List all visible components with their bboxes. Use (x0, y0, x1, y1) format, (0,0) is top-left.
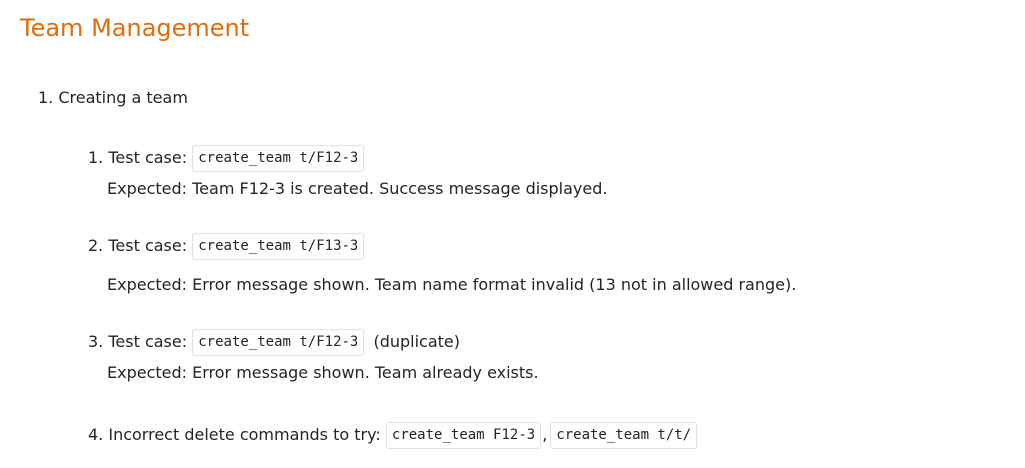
test-case-prefix: Test case: (108, 236, 188, 255)
test-case-prefix: Test case: (108, 332, 188, 351)
list-item-number: 2. (88, 236, 104, 255)
command-code: create_team t/F13-3 (192, 233, 365, 260)
command-code: create_team t/F12-3 (192, 329, 365, 356)
list-item-2-expected: Expected: Error message shown. Team name… (107, 275, 797, 294)
list-item-number: 4. (88, 425, 104, 444)
section-number: 1. (38, 88, 54, 107)
command-code: create_team F12-3 (385, 422, 542, 449)
list-item-3-test-line: 3. Test case: create_team t/F12-3 (dupli… (88, 329, 460, 356)
command-code-2: create_team t/t/ (550, 422, 698, 449)
list-item-number: 1. (88, 148, 104, 167)
separator-comma: , (542, 425, 548, 444)
section-label: Creating a team (58, 88, 188, 107)
duplicate-note: (duplicate) (373, 332, 461, 351)
section-heading: 1. Creating a team (38, 86, 188, 110)
document-page: Team Management 1. Creating a team 1. Te… (0, 0, 1025, 468)
list-item-3-expected: Expected: Error message shown. Team alre… (107, 363, 539, 382)
page-title: Team Management (20, 14, 250, 42)
list-item-1-expected: Expected: Team F12-3 is created. Success… (107, 179, 608, 198)
list-item-number: 3. (88, 332, 104, 351)
list-item-4-line: 4. Incorrect delete commands to try: cre… (88, 422, 698, 449)
list-item-2-test-line: 2. Test case: create_team t/F13-3 (88, 233, 365, 260)
test-case-prefix: Test case: (108, 148, 188, 167)
list-item-1-test-line: 1. Test case: create_team t/F12-3 (88, 145, 365, 172)
incorrect-commands-prefix: Incorrect delete commands to try: (108, 425, 381, 444)
command-code: create_team t/F12-3 (192, 145, 365, 172)
